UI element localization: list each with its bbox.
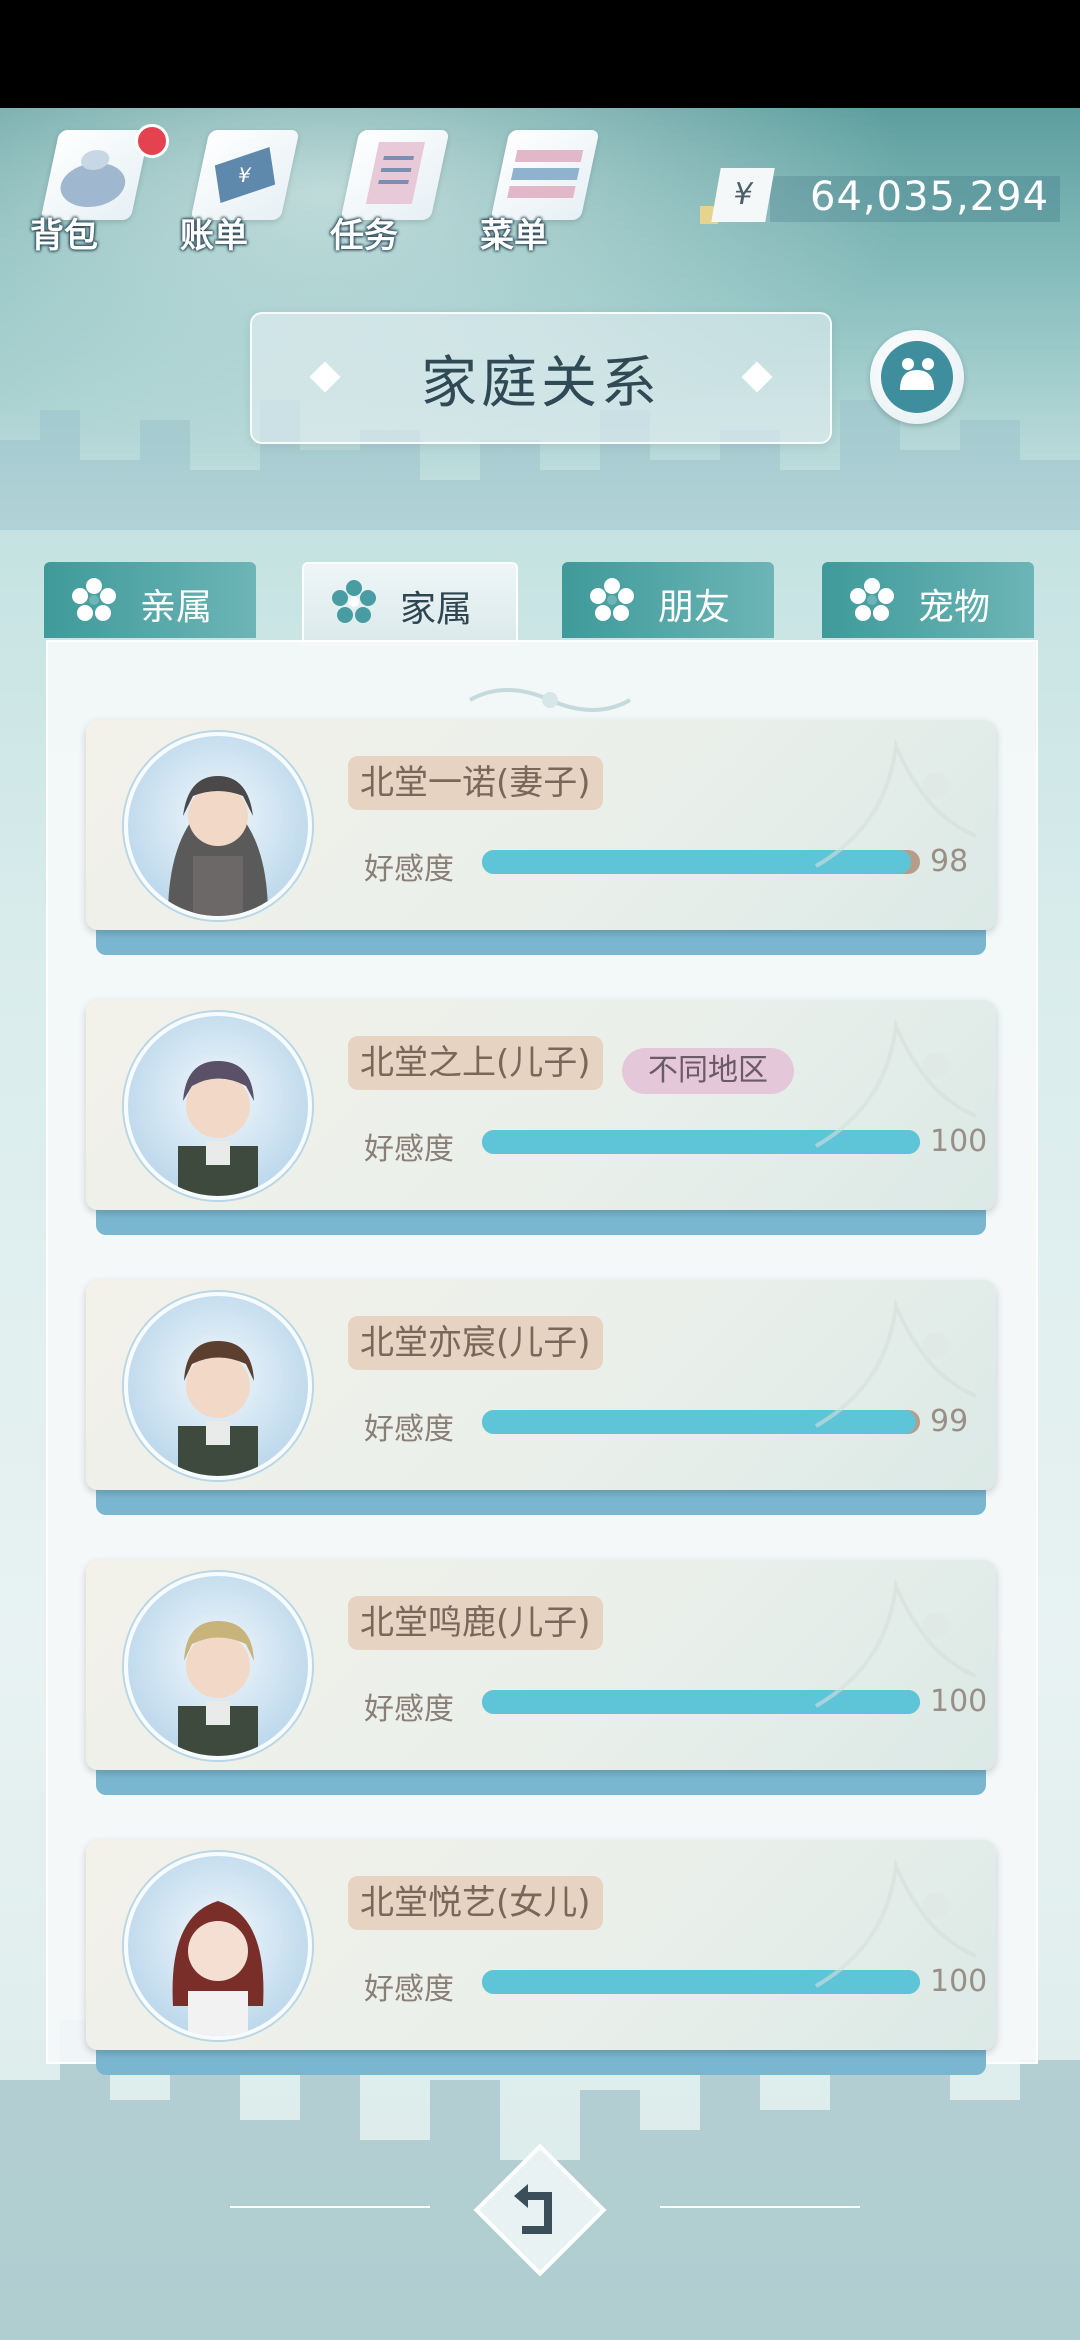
member-name: 北堂之上(儿子) [348, 1036, 603, 1090]
money-display: ¥ 64,035,294 [700, 168, 1060, 224]
money-value: 64,035,294 [810, 174, 1050, 220]
tab-friends[interactable]: 朋友 [562, 562, 774, 638]
task-button[interactable]: 任务 [330, 120, 450, 260]
backpack-button[interactable]: 背包 [30, 120, 169, 260]
tab-relatives[interactable]: 亲属 [44, 562, 256, 638]
flower-icon [850, 578, 894, 621]
tab-label: 朋友 [658, 587, 731, 628]
leaf-decoration-icon [815, 1858, 977, 1988]
member-card[interactable]: 北堂鸣鹿(儿子) 好感度 100 [86, 1560, 996, 1795]
divider-line [660, 2206, 860, 2208]
member-card[interactable]: 北堂一诺(妻子) 好感度 98 [86, 720, 996, 955]
avatar [124, 1572, 312, 1760]
divider-line [230, 2206, 430, 2208]
menu-label: 菜单 [480, 216, 548, 256]
leaf-decoration-icon [815, 1018, 977, 1148]
avatar [124, 1292, 312, 1480]
member-name: 北堂鸣鹿(儿子) [348, 1596, 603, 1650]
member-card[interactable]: 北堂之上(儿子) 不同地区 好感度 100 [86, 1000, 996, 1235]
member-name: 北堂一诺(妻子) [348, 756, 603, 810]
leaf-decoration-icon [815, 1578, 977, 1708]
tab-label: 亲属 [140, 587, 213, 628]
favor-label: 好感度 [364, 1972, 454, 2007]
favor-label: 好感度 [364, 852, 454, 887]
member-name: 北堂悦艺(女儿) [348, 1876, 603, 1930]
bill-icon: ¥ [190, 130, 300, 220]
flower-icon [332, 580, 376, 623]
tab-family[interactable]: 家属 [302, 562, 518, 646]
leaf-decoration-icon [815, 1298, 977, 1428]
avatar [124, 732, 312, 920]
title-plate: 家庭关系 [250, 312, 832, 444]
flower-icon [72, 578, 116, 621]
return-icon [473, 2143, 607, 2277]
region-badge: 不同地区 [622, 1048, 794, 1094]
tab-label: 宠物 [918, 587, 991, 628]
menu-icon [490, 130, 600, 220]
flower-icon [590, 578, 634, 621]
backpack-label: 背包 [30, 216, 98, 256]
member-card[interactable]: 北堂亦宸(儿子) 好感度 99 [86, 1280, 996, 1515]
family-tree-button[interactable] [870, 330, 964, 424]
tab-pets[interactable]: 宠物 [822, 562, 1034, 638]
favor-label: 好感度 [364, 1692, 454, 1727]
avatar [124, 1012, 312, 1200]
bill-label: 账单 [180, 216, 248, 256]
tab-label: 家属 [400, 589, 473, 630]
menu-button[interactable]: 菜单 [480, 120, 600, 260]
status-bar [0, 0, 1080, 108]
leaf-decoration-icon [815, 738, 977, 868]
member-card[interactable]: 北堂悦艺(女儿) 好感度 100 [86, 1840, 996, 2075]
member-name: 北堂亦宸(儿子) [348, 1316, 603, 1370]
bill-button[interactable]: ¥ 账单 [180, 120, 300, 260]
ornament-icon [469, 688, 631, 712]
yen-icon: ¥ [711, 168, 775, 222]
task-label: 任务 [330, 216, 398, 256]
avatar [124, 1852, 312, 2040]
notification-dot [135, 124, 169, 158]
family-tree-icon [881, 341, 953, 413]
favor-label: 好感度 [364, 1132, 454, 1167]
task-icon [340, 130, 450, 220]
back-button[interactable] [470, 2140, 610, 2280]
top-toolbar: 背包 ¥ 账单 任务 菜单 [30, 120, 630, 260]
backpack-icon [40, 130, 150, 220]
favor-label: 好感度 [364, 1412, 454, 1447]
